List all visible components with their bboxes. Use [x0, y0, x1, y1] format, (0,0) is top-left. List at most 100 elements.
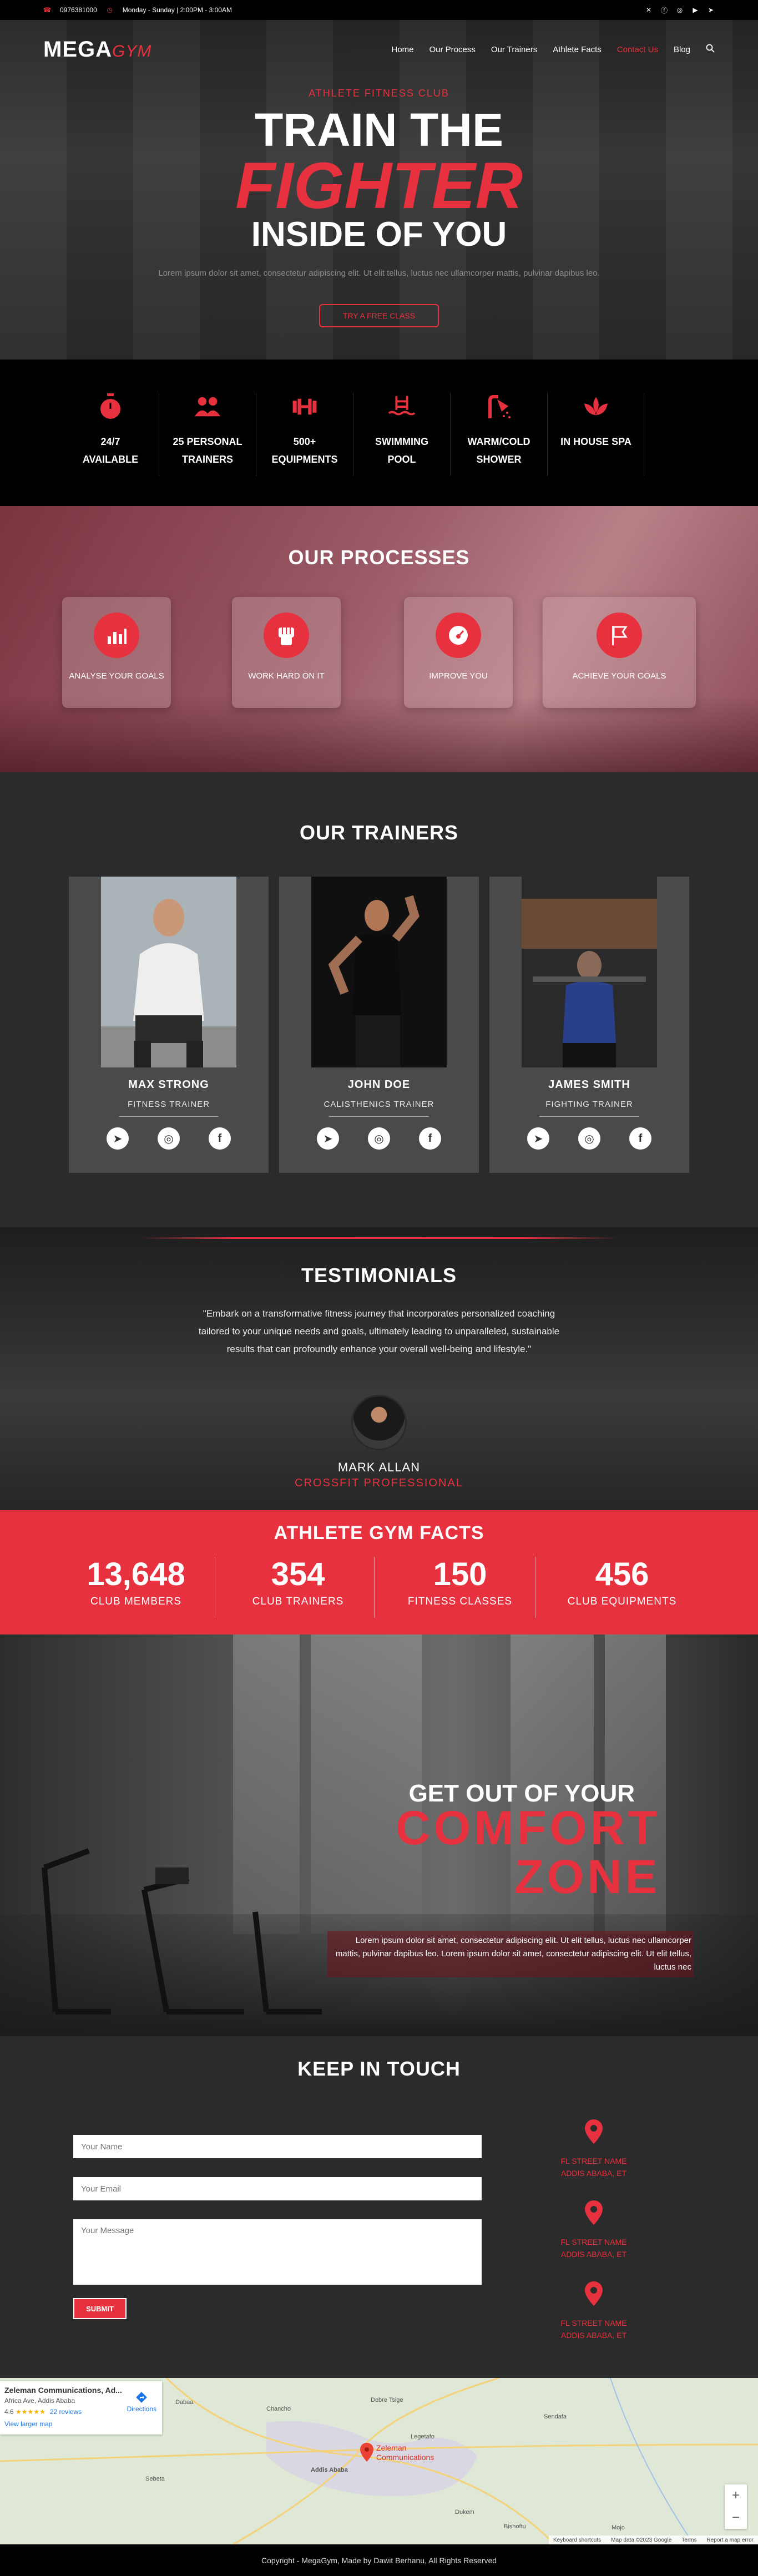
instagram-icon[interactable]: ◎ [368, 1127, 390, 1150]
processes-section: OUR PROCESSES ANALYSE YOUR GOALS WORK HA… [0, 506, 758, 772]
flag-icon [597, 613, 642, 658]
comfort-text: Lorem ipsum dolor sit amet, consectetur … [327, 1931, 694, 1977]
spa-icon [582, 393, 610, 421]
instagram-icon[interactable]: ◎ [158, 1127, 180, 1150]
submit-button[interactable]: SUBMIT [73, 2298, 127, 2319]
nav-item-contact-us[interactable]: Contact Us [617, 45, 658, 54]
youtube-icon[interactable]: ▶ [691, 6, 699, 14]
trainer-card: JOHN DOE CALISTHENICS TRAINER ➤ ◎ f [279, 877, 479, 1173]
feature-item: 24/7 AVAILABLE [62, 393, 159, 476]
stopwatch-icon [97, 393, 124, 421]
features-strip: 24/7 AVAILABLE 25 PERSONAL TRAINERS 500+… [0, 360, 758, 506]
telegram-icon[interactable]: ➤ [707, 6, 715, 14]
gauge-icon [436, 613, 481, 658]
nav-item-home[interactable]: Home [391, 45, 413, 54]
telegram-icon[interactable]: ➤ [107, 1127, 129, 1150]
avatar [351, 1395, 407, 1450]
shower-icon [485, 393, 513, 421]
nav-item-our-trainers[interactable]: Our Trainers [491, 45, 537, 54]
testimonial-quote: "Embark on a transformative fitness jour… [198, 1308, 560, 1354]
telegram-icon[interactable]: ➤ [317, 1127, 339, 1150]
location-item: FL STREET NAME ADDIS ABABA, ET [538, 2280, 649, 2341]
trainer-name: JOHN DOE [347, 1079, 411, 1091]
fist-icon [264, 613, 309, 658]
fact-item: 354 CLUB TRAINERS [252, 1556, 344, 1607]
facebook-icon[interactable]: ⓕ [660, 6, 668, 14]
facts-title: ATHLETE GYM FACTS [274, 1522, 484, 1543]
top-bar: ☎ 0976381000 ◷ Monday - Sunday | 2:00PM … [0, 0, 758, 20]
process-card: IMPROVE YOU [404, 597, 513, 708]
testimonials-title: TESTIMONIALS [301, 1264, 457, 1287]
map-shortcuts-link[interactable]: Keyboard shortcuts [553, 2537, 601, 2543]
hero-text: Lorem ipsum dolor sit amet, consectetur … [158, 269, 600, 278]
process-card: ACHIEVE YOUR GOALS [543, 597, 696, 708]
users-icon [194, 393, 221, 421]
site-footer: Copyright - MegaGym, Made by Dawit Berha… [0, 2544, 758, 2576]
zoom-out-button[interactable]: − [725, 2507, 747, 2529]
x-icon[interactable]: ✕ [645, 6, 653, 14]
trainer-card: MAX STRONG FITNESS TRAINER ➤ ◎ f [69, 877, 269, 1173]
feature-item: SWIMMING POOL [353, 393, 450, 476]
instagram-icon[interactable]: ◎ [578, 1127, 600, 1150]
message-field[interactable] [73, 2219, 482, 2285]
map-report-link[interactable]: Report a map error [707, 2537, 754, 2543]
free-class-button[interactable]: TRY A FREE CLASS [319, 304, 439, 327]
zoom-in-button[interactable]: + [725, 2484, 747, 2507]
facebook-icon[interactable]: f [629, 1127, 651, 1150]
instagram-icon[interactable]: ◎ [676, 6, 684, 14]
nav-menu: Home Our Process Our Trainers Athlete Fa… [391, 44, 715, 55]
map-pin-icon [585, 2119, 603, 2144]
feature-item: IN HOUSE SPA [548, 393, 644, 476]
chart-icon [94, 613, 139, 658]
phone-number[interactable]: 0976381000 [60, 6, 97, 14]
trainer-name: JAMES SMITH [548, 1079, 630, 1091]
map-directions-button[interactable]: Directions [127, 2391, 156, 2413]
process-card: ANALYSE YOUR GOALS [62, 597, 171, 708]
trainers-section: OUR TRAINERS MAX STRONG FITNESS TRAINER … [0, 772, 758, 1227]
process-card: WORK HARD ON IT [232, 597, 341, 708]
swimming-icon [388, 393, 416, 421]
feature-item: 25 PERSONAL TRAINERS [159, 393, 256, 476]
map-larger-link[interactable]: View larger map [4, 2420, 158, 2428]
map-footer: Keyboard shortcuts Map data ©2023 Google… [548, 2535, 758, 2544]
hero-title-line3: INSIDE OF YOU [251, 215, 507, 254]
comfort-title-line3: ZONE [514, 1850, 660, 1904]
feature-item: WARM/COLD SHOWER [451, 393, 547, 476]
copyright-text: Copyright - MegaGym, Made by Dawit Berha… [261, 2555, 497, 2565]
trainer-photo [311, 877, 447, 1067]
logo[interactable]: MEGAGYM [43, 37, 151, 62]
search-icon[interactable] [706, 44, 715, 55]
telegram-icon[interactable]: ➤ [527, 1127, 549, 1150]
map-reviews-link[interactable]: 22 reviews [50, 2408, 82, 2416]
directions-icon [136, 2392, 148, 2403]
processes-title: OUR PROCESSES [288, 546, 470, 569]
gym-equipment-illustration [42, 1848, 322, 2015]
facebook-icon[interactable]: f [209, 1127, 231, 1150]
map-terms-link[interactable]: Terms [681, 2537, 696, 2543]
feature-item: 500+ EQUIPMENTS [256, 393, 353, 476]
location-item: FL STREET NAME ADDIS ABABA, ET [538, 2118, 649, 2179]
nav-item-our-process[interactable]: Our Process [429, 45, 476, 54]
name-field[interactable] [73, 2135, 482, 2158]
contact-section: KEEP IN TOUCH SUBMIT FL STREET NAME ADDI… [0, 2036, 758, 2378]
email-field[interactable] [73, 2177, 482, 2200]
fact-item: 456 CLUB EQUIPMENTS [567, 1556, 677, 1607]
nav-item-athlete-facts[interactable]: Athlete Facts [553, 45, 602, 54]
trainers-title: OUR TRAINERS [299, 821, 458, 844]
nav-item-blog[interactable]: Blog [674, 45, 690, 54]
map-info-card: Zeleman Communications, Ad... Africa Ave… [0, 2381, 162, 2435]
facebook-icon[interactable]: f [419, 1127, 441, 1150]
phone-icon: ☎ [43, 6, 52, 14]
facts-section: ATHLETE GYM FACTS 13,648 CLUB MEMBERS 35… [0, 1510, 758, 1634]
comfort-title-line2: COMFORT [396, 1801, 660, 1855]
contact-title: KEEP IN TOUCH [297, 2057, 461, 2080]
trainer-name: MAX STRONG [128, 1079, 209, 1091]
map-marker-icon[interactable] [360, 2442, 374, 2462]
trainer-photo [522, 877, 657, 1067]
hero-title-line2: FIGHTER [235, 149, 523, 222]
fact-item: 150 FITNESS CLASSES [407, 1556, 513, 1607]
comfort-zone-section: GET OUT OF YOUR COMFORT ZONE Lorem ipsum… [0, 1634, 758, 2036]
map-pin-icon [585, 2200, 603, 2225]
map-embed[interactable]: Dabaa Debre Tsige Chancho Sendafa Addis … [0, 2378, 758, 2544]
fact-item: 13,648 CLUB MEMBERS [87, 1556, 185, 1607]
